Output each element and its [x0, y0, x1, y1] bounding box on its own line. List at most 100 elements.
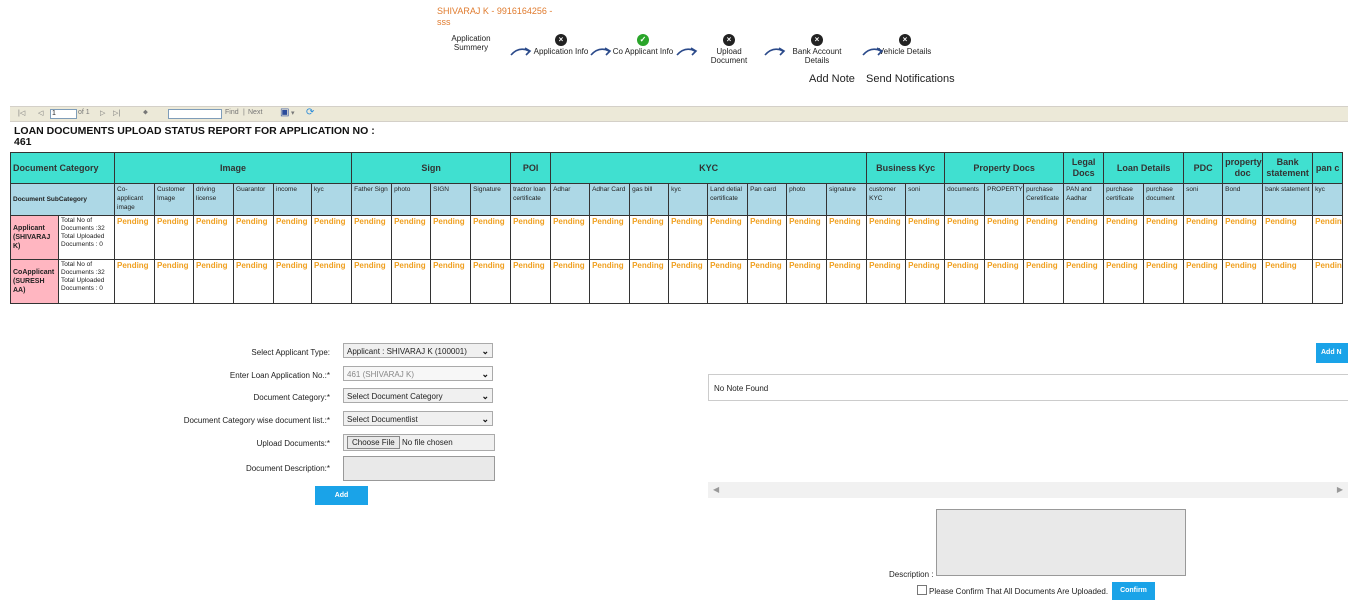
- status-cell: Pending: [984, 259, 1025, 304]
- chevron-down-icon: ⌄: [481, 369, 489, 379]
- status-cell: Pending: [786, 215, 828, 260]
- status-cell: Pending: [1222, 259, 1264, 304]
- next-link[interactable]: Next: [248, 109, 262, 116]
- status-cell: Pending: [1023, 215, 1065, 260]
- subcategory-5: kyc: [311, 183, 353, 216]
- status-cell: Pending: [1262, 215, 1314, 260]
- first-page-icon[interactable]: |◁: [18, 109, 25, 117]
- step-0[interactable]: Application Summery: [440, 34, 502, 52]
- category-5: Property Docs: [944, 152, 1065, 184]
- upload-file-input[interactable]: Choose File No file chosen: [343, 434, 495, 451]
- status-cell: Pending: [430, 215, 472, 260]
- subcategory-0: Co-applicant image: [114, 183, 156, 216]
- step-3[interactable]: × Upload Document: [698, 34, 760, 65]
- prev-page-icon[interactable]: ◁: [38, 109, 43, 117]
- status-cell: Pending: [866, 259, 907, 304]
- step-arrow-icon: [590, 44, 612, 58]
- status-cell: Pending: [589, 215, 631, 260]
- status-cell: Pending: [510, 215, 552, 260]
- doc-list-select[interactable]: Select Documentlist ⌄: [343, 411, 493, 426]
- doc-category-label: Document Category:*: [253, 393, 330, 402]
- status-cell: Pending: [351, 259, 393, 304]
- status-cell: Pending: [1183, 259, 1224, 304]
- category-4: Business Kyc: [866, 152, 946, 184]
- page-number-input[interactable]: 1: [50, 109, 77, 119]
- status-cell: Pending: [550, 259, 591, 304]
- status-cell: Pending: [391, 215, 432, 260]
- find-input[interactable]: [168, 109, 222, 119]
- status-cell: Pending: [826, 259, 868, 304]
- step-arrow-icon: [676, 44, 698, 58]
- status-cell: Pending: [1312, 215, 1344, 260]
- export-dropdown-icon[interactable]: ▾: [291, 109, 295, 117]
- status-cell: Pending: [1222, 215, 1264, 260]
- subcategory-header: Document SubCategory: [9, 183, 116, 216]
- status-cell: Pending: [629, 259, 670, 304]
- back-icon[interactable]: ⬥: [143, 109, 148, 117]
- step-1[interactable]: × Application Info: [530, 34, 592, 56]
- subcategory-12: Adhar Card: [589, 183, 631, 216]
- send-notifications-link[interactable]: Send Notifications: [866, 73, 955, 85]
- note-description-input[interactable]: [936, 509, 1186, 576]
- subcategory-28: Bond: [1222, 183, 1264, 216]
- step-2[interactable]: ✓ Co Applicant Info: [612, 34, 674, 56]
- x-circle-icon: ×: [811, 34, 823, 46]
- add-note-button[interactable]: Add N: [1316, 343, 1348, 363]
- loan-no-label: Enter Loan Application No.:*: [229, 371, 330, 380]
- status-cell: Pending: [470, 259, 512, 304]
- horizontal-scrollbar[interactable]: ◀ ▶: [708, 482, 1348, 498]
- status-cell: Pending: [1063, 215, 1105, 260]
- category-0: Image: [114, 152, 353, 184]
- step-label: Upload Document: [710, 47, 748, 65]
- status-cell: Pending: [905, 259, 946, 304]
- confirm-checkbox[interactable]: [917, 585, 927, 595]
- last-page-icon[interactable]: ▷|: [113, 109, 120, 117]
- subcategory-16: Pan card: [747, 183, 788, 216]
- subcategory-9: Signature: [470, 183, 512, 216]
- loan-no-select[interactable]: 461 (SHIVARAJ K) ⌄: [343, 366, 493, 381]
- subcategory-6: Father Sign: [351, 183, 393, 216]
- applicant-name-cell: CoApplicant (SURESH AA): [10, 259, 59, 304]
- document-description-input[interactable]: [343, 456, 495, 481]
- x-circle-icon: ×: [723, 34, 735, 46]
- confirm-button[interactable]: Confirm: [1112, 582, 1155, 600]
- step-arrow-icon: [510, 44, 532, 58]
- add-note-link[interactable]: Add Note: [809, 73, 855, 85]
- report-toolbar: |◁ ◁ 1 of 1 ▷ ▷| ⬥ Find | Next ▣ ▾ ⟳: [10, 106, 1348, 122]
- check-circle-icon: ✓: [637, 34, 649, 46]
- status-cell: Pending: [707, 215, 749, 260]
- scroll-left-icon[interactable]: ◀: [713, 485, 719, 494]
- subcategory-19: customer KYC: [866, 183, 907, 216]
- table-row: Applicant (SHIVARAJ K) Total No of Docume…: [10, 215, 1344, 260]
- confirm-text: Please Confirm That All Documents Are Up…: [929, 587, 1109, 596]
- export-icon[interactable]: ▣: [280, 107, 289, 118]
- subcategory-22: PROPERTY: [984, 183, 1025, 216]
- subcategory-15: Land detial certificate: [707, 183, 749, 216]
- subcategory-17: photo: [786, 183, 828, 216]
- notes-list: No Note Found: [708, 374, 1348, 401]
- subcategory-20: soni: [905, 183, 946, 216]
- choose-file-button[interactable]: Choose File: [347, 436, 400, 449]
- applicant-type-label: Select Applicant Type:: [251, 348, 330, 357]
- step-4[interactable]: × Bank Account Details: [786, 34, 848, 65]
- refresh-icon[interactable]: ⟳: [306, 107, 314, 118]
- doc-category-select[interactable]: Select Document Category ⌄: [343, 388, 493, 403]
- applicant-type-select[interactable]: Applicant : SHIVARAJ K (100001) ⌄: [343, 343, 493, 358]
- document-count-cell: Total No of Documents :32 Total Uploaded…: [57, 215, 116, 260]
- doc-list-label: Document Category wise document list.:*: [183, 416, 330, 425]
- find-link[interactable]: Find: [225, 109, 239, 116]
- applicant-name-cell: Applicant (SHIVARAJ K): [10, 215, 59, 260]
- status-cell: Pending: [193, 215, 235, 260]
- add-document-button[interactable]: Add: [315, 486, 368, 505]
- report-title: LOAN DOCUMENTS UPLOAD STATUS REPORT FOR …: [14, 125, 375, 148]
- category-10: Bank statement: [1262, 152, 1314, 184]
- status-cell: Pending: [510, 259, 552, 304]
- subcategory-21: documents: [944, 183, 986, 216]
- category-2: POI: [510, 152, 552, 184]
- status-cell: Pending: [747, 215, 788, 260]
- subcategory-23: purchase Ceretificate: [1023, 183, 1065, 216]
- table-row: CoApplicant (SURESH AA) Total No of Docum…: [10, 259, 1344, 304]
- status-cell: Pending: [944, 259, 986, 304]
- scroll-right-icon[interactable]: ▶: [1337, 485, 1343, 494]
- next-page-icon[interactable]: ▷: [100, 109, 105, 117]
